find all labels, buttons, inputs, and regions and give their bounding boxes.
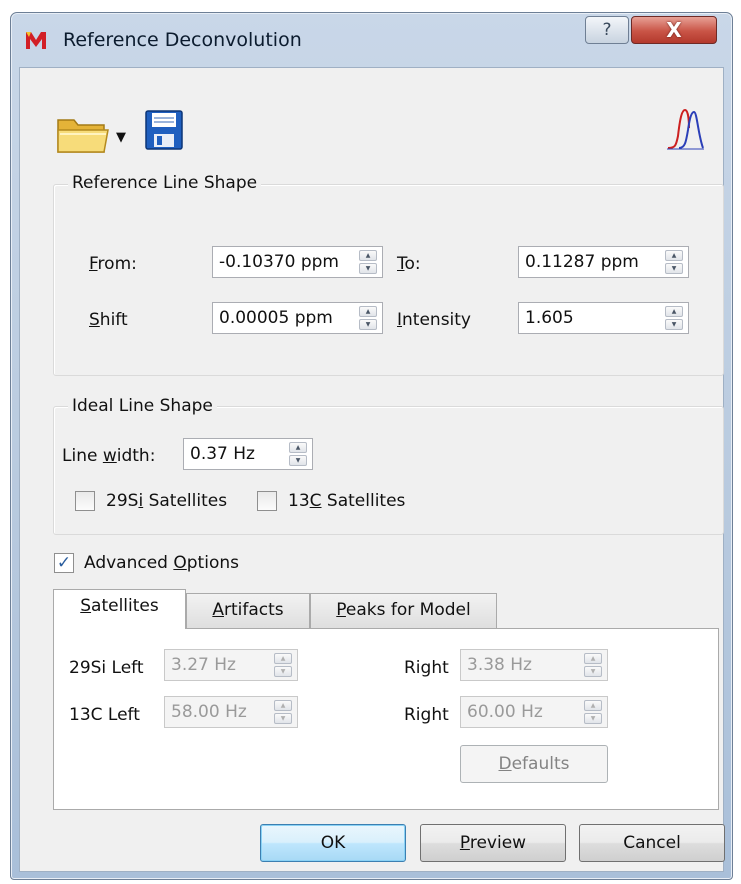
title-bar[interactable]: Reference Deconvolution ? X [11, 13, 732, 63]
tab-satellites[interactable]: Satellites [53, 589, 186, 629]
spin-down-icon[interactable]: ▼ [274, 713, 292, 724]
spin-up-icon[interactable]: ▲ [665, 250, 683, 261]
c-satellites-label[interactable]: 13C Satellites [288, 491, 405, 511]
to-spin-arrows[interactable]: ▲ ▼ [665, 250, 683, 274]
tab-peaks-for-model[interactable]: Peaks for Model [310, 593, 497, 629]
spin-up-icon[interactable]: ▲ [274, 653, 292, 664]
spin-up-icon[interactable]: ▲ [289, 442, 307, 453]
spin-down-icon[interactable]: ▼ [359, 319, 377, 330]
to-label: To: [397, 254, 421, 274]
spin-up-icon[interactable]: ▲ [359, 250, 377, 261]
intensity-spinbox[interactable]: 1.605 ▲ ▼ [518, 302, 689, 334]
help-button[interactable]: ? [585, 16, 629, 44]
from-value[interactable]: -0.10370 ppm [219, 252, 339, 272]
spin-up-icon[interactable]: ▲ [665, 306, 683, 317]
to-spinbox[interactable]: 0.11287 ppm ▲ ▼ [518, 246, 689, 278]
intensity-spin-arrows[interactable]: ▲ ▼ [665, 306, 683, 330]
advanced-options-checkbox[interactable]: ✓ [54, 553, 74, 573]
folder-open-icon[interactable] [56, 114, 110, 158]
line-width-label: Line width: [62, 446, 156, 466]
app-icon [26, 32, 46, 49]
reference-line-shape-title: Reference Line Shape [68, 173, 262, 193]
advanced-options-label[interactable]: Advanced Options [84, 553, 239, 573]
c-left-value[interactable]: 58.00 Hz [171, 702, 247, 722]
help-icon: ? [602, 20, 612, 40]
reference-line-shape-group [53, 184, 724, 376]
ideal-line-shape-group [53, 406, 724, 535]
c-left-spinbox[interactable]: 58.00 Hz ▲ ▼ [164, 696, 298, 728]
spectrum-peak-icon[interactable] [665, 106, 705, 154]
spin-down-icon[interactable]: ▼ [584, 666, 602, 677]
si-left-spin-arrows[interactable]: ▲ ▼ [274, 653, 292, 677]
shift-spinbox[interactable]: 0.00005 ppm ▲ ▼ [212, 302, 383, 334]
c-left-label: 13C Left [69, 705, 140, 725]
save-icon[interactable] [144, 108, 184, 152]
ideal-line-shape-title: Ideal Line Shape [68, 396, 217, 416]
spin-down-icon[interactable]: ▼ [359, 263, 377, 274]
si-left-label: 29Si Left [69, 658, 144, 678]
spin-up-icon[interactable]: ▲ [359, 306, 377, 317]
window-title: Reference Deconvolution [63, 29, 302, 51]
si-right-spinbox[interactable]: 3.38 Hz ▲ ▼ [460, 649, 608, 681]
close-icon: X [666, 18, 682, 42]
c-right-label: Right [404, 705, 449, 725]
satellites-tab-panel: 29Si Left 3.27 Hz ▲ ▼ Right 3.38 Hz ▲ ▼ 13… [53, 628, 719, 810]
c-left-spin-arrows[interactable]: ▲ ▼ [274, 700, 292, 724]
from-label: From: [89, 254, 137, 274]
from-spinbox[interactable]: -0.10370 ppm ▲ ▼ [212, 246, 383, 278]
intensity-value[interactable]: 1.605 [525, 308, 574, 328]
cancel-button[interactable]: Cancel [579, 824, 725, 862]
spin-up-icon[interactable]: ▲ [584, 653, 602, 664]
dialog-client-area: ▼ Reference Line Shape From: -0.10370 pp… [19, 67, 725, 872]
spin-down-icon[interactable]: ▼ [584, 713, 602, 724]
spin-up-icon[interactable]: ▲ [584, 700, 602, 711]
si-satellites-label[interactable]: 29Si Satellites [106, 491, 227, 511]
to-value[interactable]: 0.11287 ppm [525, 252, 639, 272]
spin-up-icon[interactable]: ▲ [274, 700, 292, 711]
si-right-value[interactable]: 3.38 Hz [467, 655, 532, 675]
c-satellites-checkbox[interactable] [257, 491, 277, 511]
si-right-label: Right [404, 658, 449, 678]
tab-artifacts[interactable]: Artifacts [186, 593, 310, 629]
spin-down-icon[interactable]: ▼ [665, 319, 683, 330]
si-satellites-checkbox[interactable] [75, 491, 95, 511]
defaults-button[interactable]: Defaults [460, 745, 608, 783]
c-right-spin-arrows[interactable]: ▲ ▼ [584, 700, 602, 724]
c-right-value[interactable]: 60.00 Hz [467, 702, 543, 722]
line-width-value[interactable]: 0.37 Hz [190, 444, 255, 464]
preview-button[interactable]: Preview [420, 824, 566, 862]
dropdown-arrow-icon[interactable]: ▼ [116, 130, 126, 145]
spin-down-icon[interactable]: ▼ [289, 455, 307, 466]
line-width-spin-arrows[interactable]: ▲ ▼ [289, 442, 307, 466]
si-right-spin-arrows[interactable]: ▲ ▼ [584, 653, 602, 677]
spin-down-icon[interactable]: ▼ [665, 263, 683, 274]
ok-button[interactable]: OK [260, 824, 406, 862]
dialog-window: Reference Deconvolution ? X ▼ Reference … [10, 12, 733, 880]
si-left-value[interactable]: 3.27 Hz [171, 655, 236, 675]
intensity-label: Intensity [397, 310, 471, 330]
from-spin-arrows[interactable]: ▲ ▼ [359, 250, 377, 274]
close-button[interactable]: X [631, 16, 717, 44]
line-width-spinbox[interactable]: 0.37 Hz ▲ ▼ [183, 438, 313, 470]
shift-label: Shift [89, 310, 128, 330]
shift-spin-arrows[interactable]: ▲ ▼ [359, 306, 377, 330]
spin-down-icon[interactable]: ▼ [274, 666, 292, 677]
c-right-spinbox[interactable]: 60.00 Hz ▲ ▼ [460, 696, 608, 728]
shift-value[interactable]: 0.00005 ppm [219, 308, 333, 328]
si-left-spinbox[interactable]: 3.27 Hz ▲ ▼ [164, 649, 298, 681]
